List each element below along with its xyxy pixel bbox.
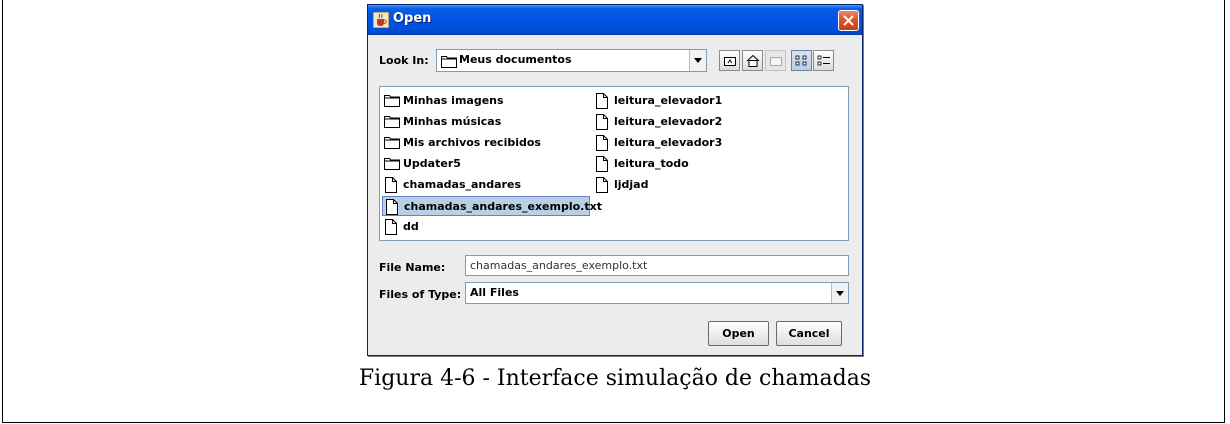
- file-icon: [385, 199, 399, 218]
- dialog-title: Open: [393, 11, 432, 26]
- file-icon: [595, 135, 609, 154]
- item-label: leitura_elevador1: [614, 94, 723, 107]
- item-label: chamadas_andares_exemplo.txt: [404, 200, 602, 213]
- folder-item[interactable]: Updater5: [382, 154, 592, 174]
- up-one-level-button[interactable]: [719, 50, 740, 71]
- files-of-type-value: All Files: [470, 286, 519, 299]
- item-label: dd: [403, 220, 419, 233]
- file-name-input[interactable]: [465, 255, 849, 276]
- close-button[interactable]: [838, 10, 859, 31]
- open-dialog: Open Look In: Meus documentos Minhas ima…: [367, 4, 863, 356]
- folder-item[interactable]: Minhas imagens: [382, 91, 592, 111]
- folder-item[interactable]: Mis archivos recibidos: [382, 133, 592, 153]
- item-label: Mis archivos recibidos: [403, 136, 541, 149]
- item-label: leitura_elevador3: [614, 136, 723, 149]
- file-item[interactable]: leitura_elevador2: [593, 112, 743, 132]
- item-label: Minhas músicas: [403, 115, 502, 128]
- chevron-down-icon[interactable]: [689, 50, 706, 71]
- file-name-label: File Name:: [379, 261, 446, 274]
- up-folder-icon: [724, 57, 736, 66]
- file-item[interactable]: chamadas_andares: [382, 175, 592, 195]
- file-icon: [595, 177, 609, 196]
- list-view-icon: [795, 55, 807, 66]
- look-in-label: Look In:: [379, 54, 429, 67]
- item-label: leitura_elevador2: [614, 115, 723, 128]
- home-button[interactable]: [742, 50, 763, 71]
- close-icon: [843, 15, 854, 26]
- file-icon: [595, 93, 609, 112]
- new-folder-button[interactable]: [765, 50, 786, 71]
- item-label: Updater5: [403, 157, 461, 170]
- title-bar[interactable]: Open: [368, 5, 862, 35]
- folder-icon: [384, 156, 400, 173]
- folder-item[interactable]: Minhas músicas: [382, 112, 592, 132]
- item-label: chamadas_andares: [403, 178, 521, 191]
- home-icon: [746, 54, 760, 67]
- file-list[interactable]: Minhas imagens Minhas músicas Mis archivos…: [379, 86, 849, 241]
- file-item[interactable]: leitura_elevador1: [593, 91, 743, 111]
- file-item[interactable]: ljdjad: [593, 175, 743, 195]
- item-label: ljdjad: [614, 178, 649, 191]
- item-label: Minhas imagens: [403, 94, 504, 107]
- look-in-combo[interactable]: Meus documentos: [436, 49, 707, 72]
- files-of-type-combo[interactable]: All Files: [465, 282, 849, 304]
- file-icon: [384, 219, 398, 238]
- look-in-value: Meus documentos: [459, 53, 572, 66]
- details-view-icon: [817, 55, 830, 66]
- open-button[interactable]: Open: [708, 321, 769, 346]
- item-label: leitura_todo: [614, 157, 689, 170]
- file-item[interactable]: leitura_elevador3: [593, 133, 743, 153]
- file-icon: [384, 177, 398, 196]
- folder-icon: [384, 93, 400, 110]
- chevron-down-icon[interactable]: [831, 283, 848, 303]
- details-view-button[interactable]: [813, 50, 834, 71]
- folder-icon: [441, 56, 457, 68]
- folder-icon: [384, 114, 400, 131]
- folder-icon: [384, 135, 400, 152]
- figure-caption: Figura 4-6 - Interface simulação de cham…: [358, 366, 872, 391]
- list-view-button[interactable]: [791, 50, 812, 71]
- cancel-button[interactable]: Cancel: [776, 321, 842, 346]
- file-item[interactable]: dd: [382, 217, 592, 237]
- file-item[interactable]: leitura_todo: [593, 154, 743, 174]
- java-cup-icon: [373, 12, 389, 28]
- new-folder-icon: [770, 57, 782, 66]
- file-icon: [595, 114, 609, 133]
- files-of-type-label: Files of Type:: [379, 288, 462, 301]
- file-icon: [595, 156, 609, 175]
- file-item[interactable]: chamadas_andares_exemplo.txt: [382, 196, 602, 218]
